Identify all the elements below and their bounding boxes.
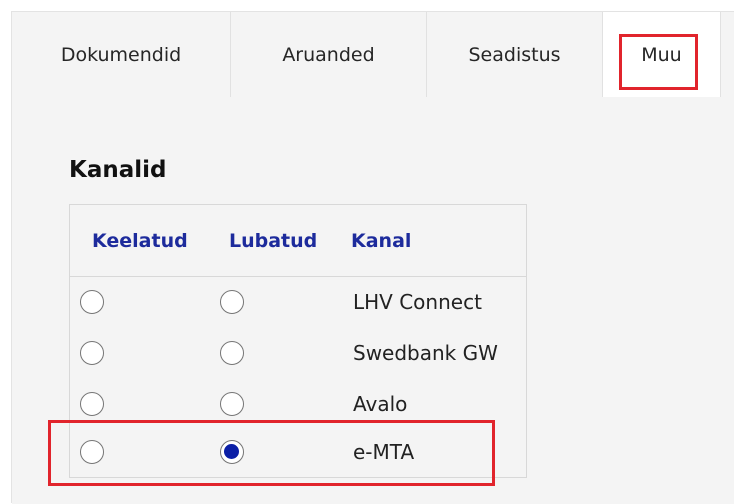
radio-keelatud[interactable] bbox=[80, 392, 104, 416]
table-header: Keelatud Lubatud Kanal bbox=[70, 205, 526, 277]
channels-table: Keelatud Lubatud Kanal LHV Connect Swedb… bbox=[69, 204, 527, 478]
tab-seadistus[interactable]: Seadistus bbox=[427, 12, 603, 97]
tab-content: Kanalid Keelatud Lubatud Kanal LHV Conne… bbox=[12, 97, 734, 504]
table-row: Swedbank GW bbox=[70, 328, 526, 379]
radio-keelatud[interactable] bbox=[80, 440, 104, 464]
radio-lubatud[interactable] bbox=[220, 392, 244, 416]
settings-panel: Dokumendid Aruanded Seadistus Muu Kanali… bbox=[11, 11, 734, 504]
radio-lubatud[interactable] bbox=[220, 440, 244, 464]
tab-aruanded[interactable]: Aruanded bbox=[231, 12, 427, 97]
table-row: Avalo bbox=[70, 379, 526, 430]
tab-label: Muu bbox=[641, 43, 682, 66]
column-header-kanal: Kanal bbox=[351, 230, 412, 252]
radio-keelatud[interactable] bbox=[80, 341, 104, 365]
tab-muu[interactable]: Muu bbox=[603, 12, 721, 97]
radio-lubatud[interactable] bbox=[220, 290, 244, 314]
section-title: Kanalid bbox=[69, 157, 167, 183]
table-row: e-MTA bbox=[70, 427, 526, 478]
radio-keelatud[interactable] bbox=[80, 290, 104, 314]
tab-label: Dokumendid bbox=[60, 43, 182, 66]
column-header-keelatud: Keelatud bbox=[92, 230, 188, 252]
radio-lubatud[interactable] bbox=[220, 341, 244, 365]
tab-bar: Dokumendid Aruanded Seadistus Muu bbox=[12, 12, 734, 97]
tab-dokumendid[interactable]: Dokumendid bbox=[12, 12, 231, 97]
channel-name: Swedbank GW bbox=[353, 341, 498, 365]
tab-label: Aruanded bbox=[282, 43, 375, 66]
channel-name: LHV Connect bbox=[353, 290, 482, 314]
tab-label: Seadistus bbox=[468, 43, 561, 66]
table-row: LHV Connect bbox=[70, 277, 526, 328]
column-header-lubatud: Lubatud bbox=[229, 230, 318, 252]
channel-name: Avalo bbox=[353, 392, 408, 416]
channel-name: e-MTA bbox=[353, 440, 415, 464]
